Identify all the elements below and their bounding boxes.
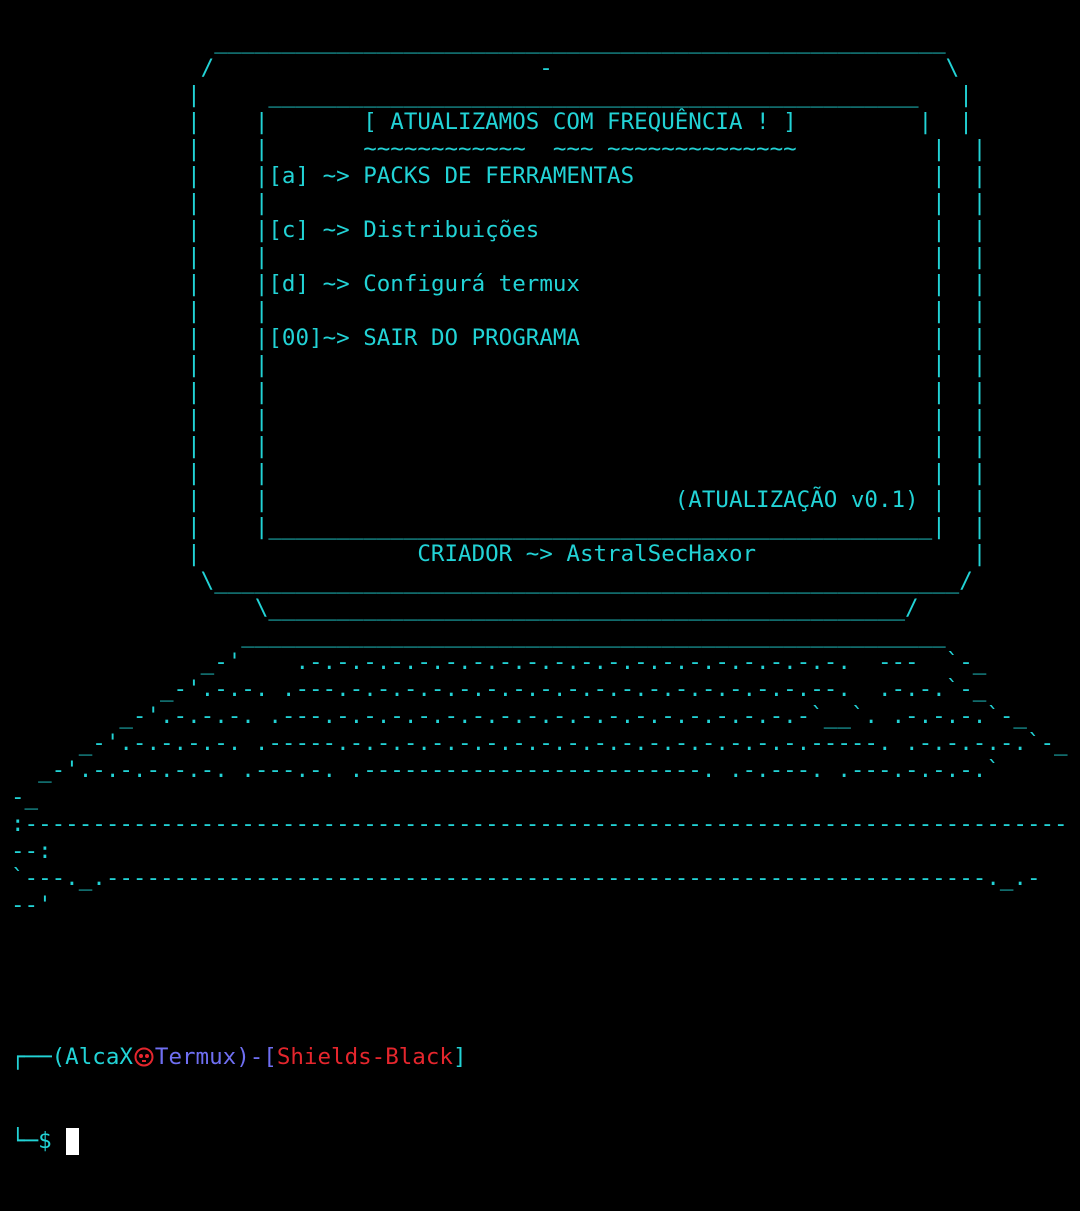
menu-item-key[interactable]: [a] (268, 163, 309, 189)
menu-item-key[interactable]: [d] (268, 271, 309, 297)
art-line: | | (ATUALIZAÇÃO v0.1) | | (11, 487, 987, 513)
prompt-corner-top: ┌── (11, 1044, 52, 1070)
art-line: | | | | (11, 379, 987, 405)
art-line: | |[a] ~> PACKS DE FERRAMENTAS | | (11, 163, 987, 189)
prompt-line-2: └─$ (11, 1127, 467, 1155)
menu-item[interactable]: [c] ~> Distribuições (268, 217, 539, 243)
menu-item[interactable]: [00]~> SAIR DO PROGRAMA (268, 325, 580, 351)
skull-icon (134, 1047, 154, 1067)
art-line: _-'.-.-. .---.-.-.-.-.-.-.-.-.-.-.-.-.-.… (11, 676, 987, 702)
art-line: --: (11, 838, 52, 864)
menu-item-label[interactable]: ~> SAIR DO PROGRAMA (323, 325, 580, 351)
art-line: | | | | (11, 352, 987, 378)
menu-title: [ ATUALIZAMOS COM FREQUÊNCIA ! ] (363, 109, 797, 135)
art-line: | CRIADOR ~> AstralSecHaxor | (11, 541, 987, 567)
terminal-window[interactable]: ________________________________________… (0, 0, 1080, 1155)
art-line: | | | | (11, 244, 987, 270)
menu-item[interactable]: [d] ~> Configurá termux (268, 271, 580, 297)
art-line: \_______________________________________… (11, 568, 973, 594)
menu-item-label[interactable]: ~> Distribuições (323, 217, 540, 243)
art-line: \_______________________________________… (11, 595, 919, 621)
art-line: | | ~~~~~~~~~~~~ ~~~ ~~~~~~~~~~~~~~ | | (11, 136, 987, 162)
art-line: `---._.---------------------------------… (11, 865, 1041, 891)
art-line: | | | | (11, 460, 987, 486)
menu-item-key[interactable]: [00] (268, 325, 322, 351)
art-line: --' (11, 892, 52, 918)
prompt-symbol: $ (38, 1128, 52, 1154)
art-line: / - \ (11, 55, 960, 81)
art-line: ________________________________________… (11, 622, 946, 648)
art-line: _-' .-.-.-.-.-.-.-.-.-.-.-.-.-.-.-.-.-.-… (11, 649, 987, 675)
menu-item[interactable]: [a] ~> PACKS DE FERRAMENTAS (268, 163, 634, 189)
art-line: | | | | (11, 433, 987, 459)
art-line: | | | | (11, 298, 987, 324)
ascii-laptop-art: ________________________________________… (11, 28, 1068, 919)
shell-prompt[interactable]: ┌──(AlcaX Termux)-[Shields-Black] └─$ (11, 987, 467, 1211)
prompt-host: Termux) (154, 1044, 250, 1070)
art-line: _-'.-.-.-.-.-. .---.-. .----------------… (11, 757, 1000, 783)
art-line: ________________________________________… (11, 28, 946, 54)
art-line: | ______________________________________… (11, 82, 973, 108)
menu-item-label[interactable]: ~> Configurá termux (323, 271, 580, 297)
art-line: | | | | (11, 406, 987, 432)
art-line: | | | | (11, 190, 987, 216)
art-line: | |[c] ~> Distribuições | | (11, 217, 987, 243)
prompt-sep-left: -[ (249, 1044, 277, 1070)
art-line: | |[00]~> SAIR DO PROGRAMA | | (11, 325, 987, 351)
prompt-sep-right: ] (452, 1044, 467, 1070)
art-line: _-'.-.-.-.-. .-----.-.-.-.-.-.-.-.-.-.-.… (11, 730, 1068, 756)
prompt-directory: Shields-Black (276, 1044, 453, 1070)
art-line: -_ (11, 784, 39, 810)
menu-item-key[interactable]: [c] (268, 217, 309, 243)
menu-item-label[interactable]: ~> PACKS DE FERRAMENTAS (323, 163, 635, 189)
art-line: | |_____________________________________… (11, 514, 987, 540)
art-line: :---------------------------------------… (11, 811, 1068, 837)
art-line: _-'.-.-.-. .---.-.-.-.-.-.-.-.-.-.-.-.-.… (11, 703, 1027, 729)
text-cursor[interactable] (65, 1128, 79, 1155)
art-line: | |[d] ~> Configurá termux | | (11, 271, 987, 297)
creator-credit: CRIADOR ~> AstralSecHaxor (417, 541, 757, 567)
prompt-line-1: ┌──(AlcaX Termux)-[Shields-Black] (11, 1043, 467, 1071)
version-label: (ATUALIZAÇÃO v0.1) (674, 487, 919, 513)
art-line: | | [ ATUALIZAMOS COM FREQUÊNCIA ! ] | | (11, 109, 973, 135)
prompt-user: (AlcaX (51, 1044, 133, 1070)
prompt-corner-bottom: └─ (11, 1128, 39, 1154)
